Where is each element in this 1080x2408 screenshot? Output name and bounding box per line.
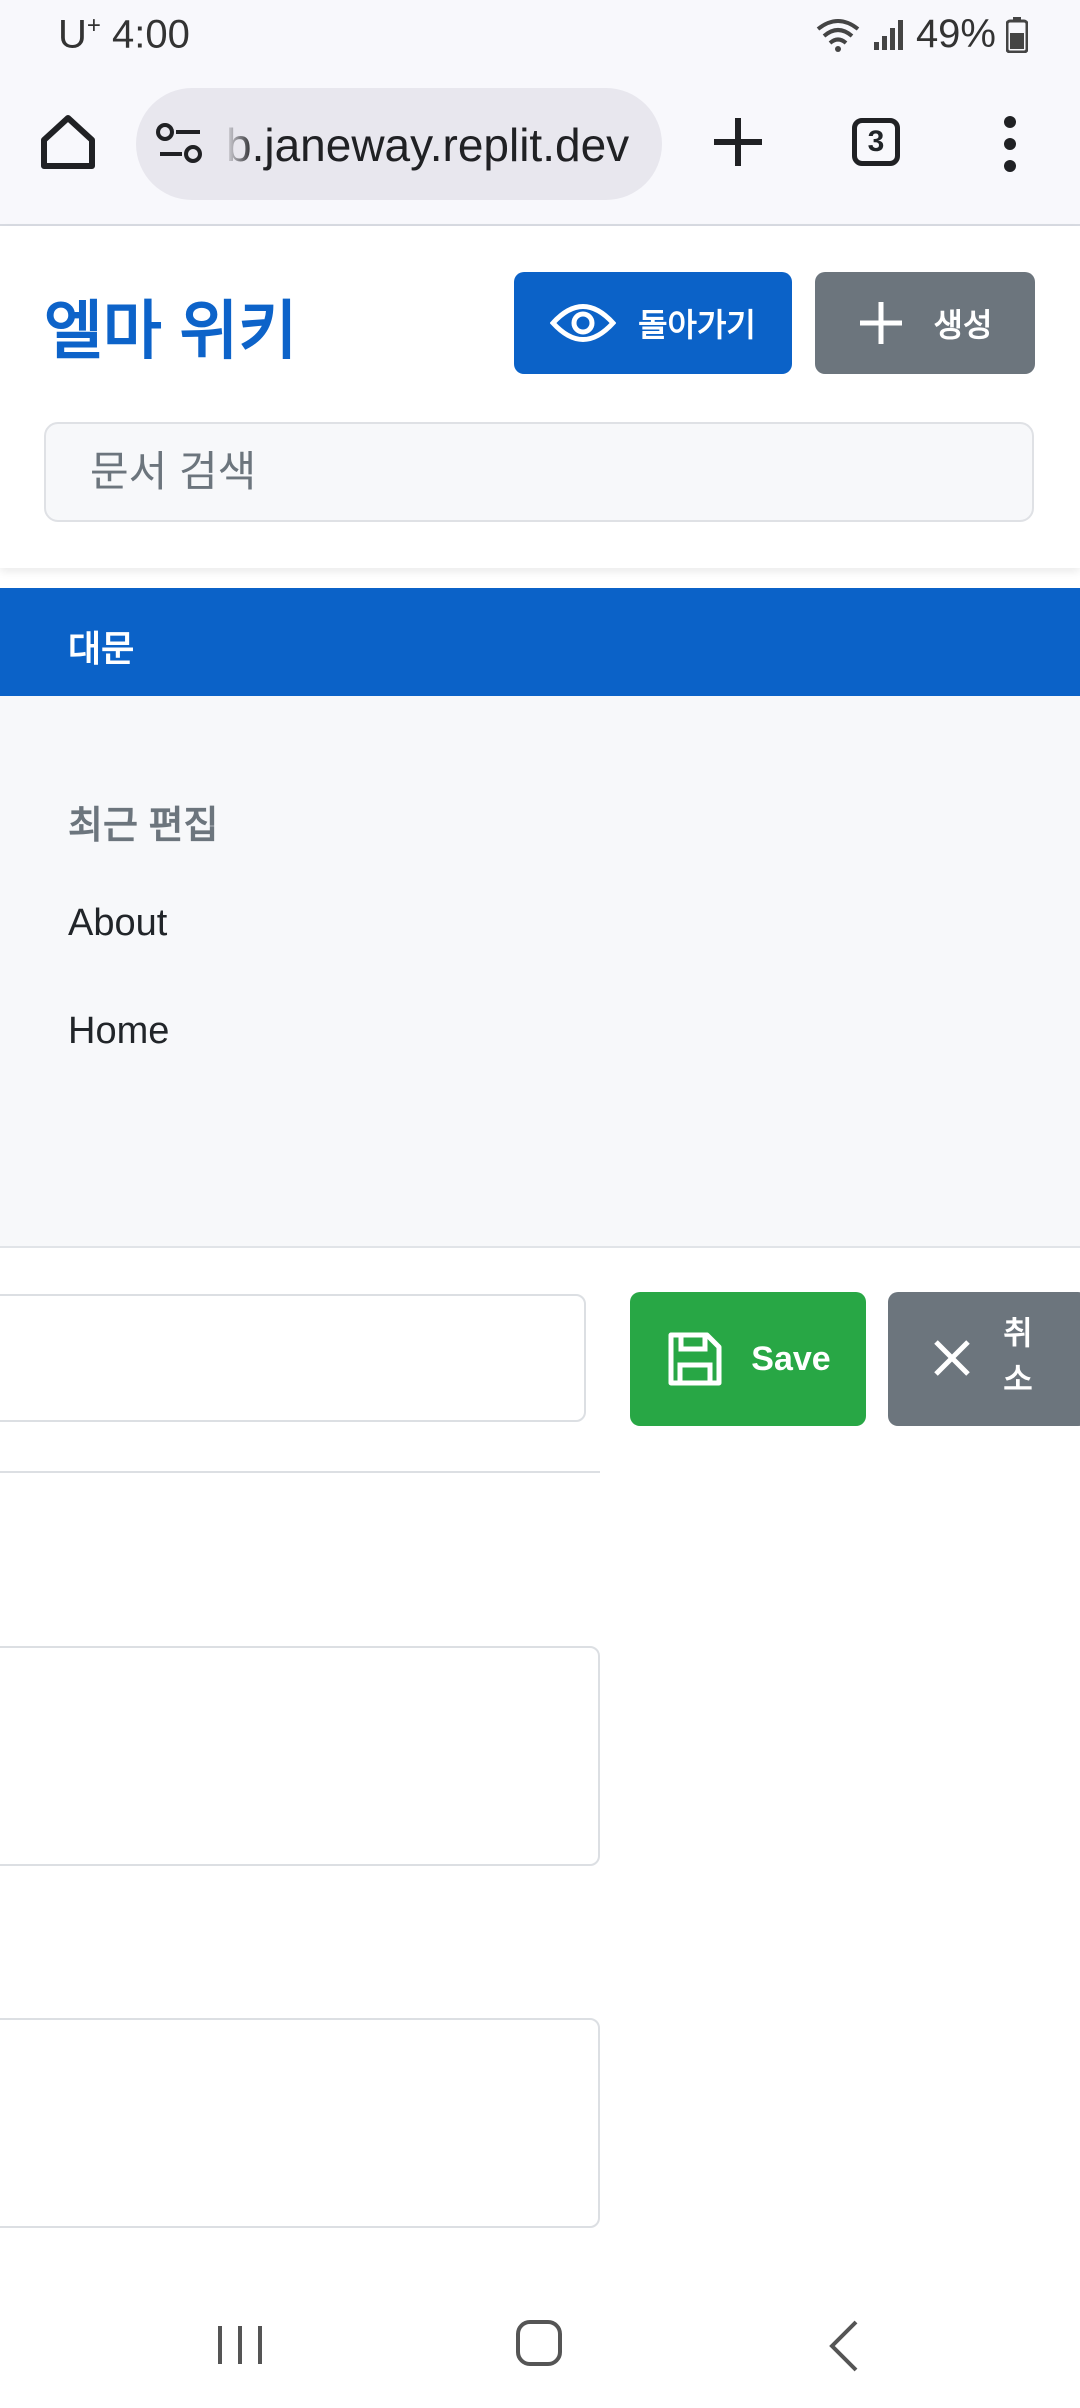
battery-percent: 49% [915,12,996,56]
carrier-label: U [58,12,87,57]
eye-icon [550,304,617,342]
clock-time: 4:00 [112,12,190,57]
save-icon [668,1332,722,1386]
more-menu-icon[interactable] [990,112,1030,176]
carrier-sup: + [86,12,101,39]
recent-edits-panel [0,696,1080,1248]
back-button-label: 돌아가기 [638,307,756,343]
url-text: b.janeway.replit.dev [226,119,630,171]
create-button-label: 생성 [933,307,993,343]
save-button-label: Save [751,1339,831,1378]
site-title[interactable]: 엘마 위키 [44,280,297,372]
tab-switcher-button[interactable]: 3 [852,118,900,166]
cancel-button-label: 취소 [1003,1315,1033,1397]
signal-icon [873,19,903,50]
create-button[interactable]: 생성 [815,272,1035,374]
nav-main-page[interactable] [0,588,1080,696]
nav-main-page-label: 대문 [68,628,135,669]
url-fade [224,88,254,200]
recent-apps-icon[interactable] [212,2322,268,2368]
back-nav-icon[interactable] [826,2318,862,2374]
plus-icon [859,302,902,344]
recent-edits-heading: 최근 편집 [68,805,219,847]
save-button[interactable]: Save [630,1292,866,1426]
carrier-time: U+ 4:00 [58,12,190,57]
home-nav-icon[interactable] [514,2318,564,2368]
editor-field[interactable] [0,1646,600,1866]
cancel-button[interactable]: 취소 [888,1292,1080,1426]
new-tab-icon[interactable] [710,114,766,170]
wifi-icon [816,18,860,52]
recent-edit-link[interactable]: About [68,902,167,945]
site-settings-icon[interactable] [156,122,204,166]
editor-divider [0,1471,600,1473]
status-indicators: 49% [814,12,1028,57]
close-icon [934,1340,970,1376]
recent-edit-link[interactable]: Home [68,1010,169,1053]
back-button[interactable]: 돌아가기 [514,272,792,374]
address-bar[interactable]: b.janeway.replit.dev [136,88,662,200]
search-input[interactable] [44,422,1034,522]
editor-field[interactable] [0,2018,600,2228]
home-icon[interactable] [36,110,100,174]
battery-icon [1006,16,1028,53]
document-title-input[interactable] [0,1294,586,1422]
